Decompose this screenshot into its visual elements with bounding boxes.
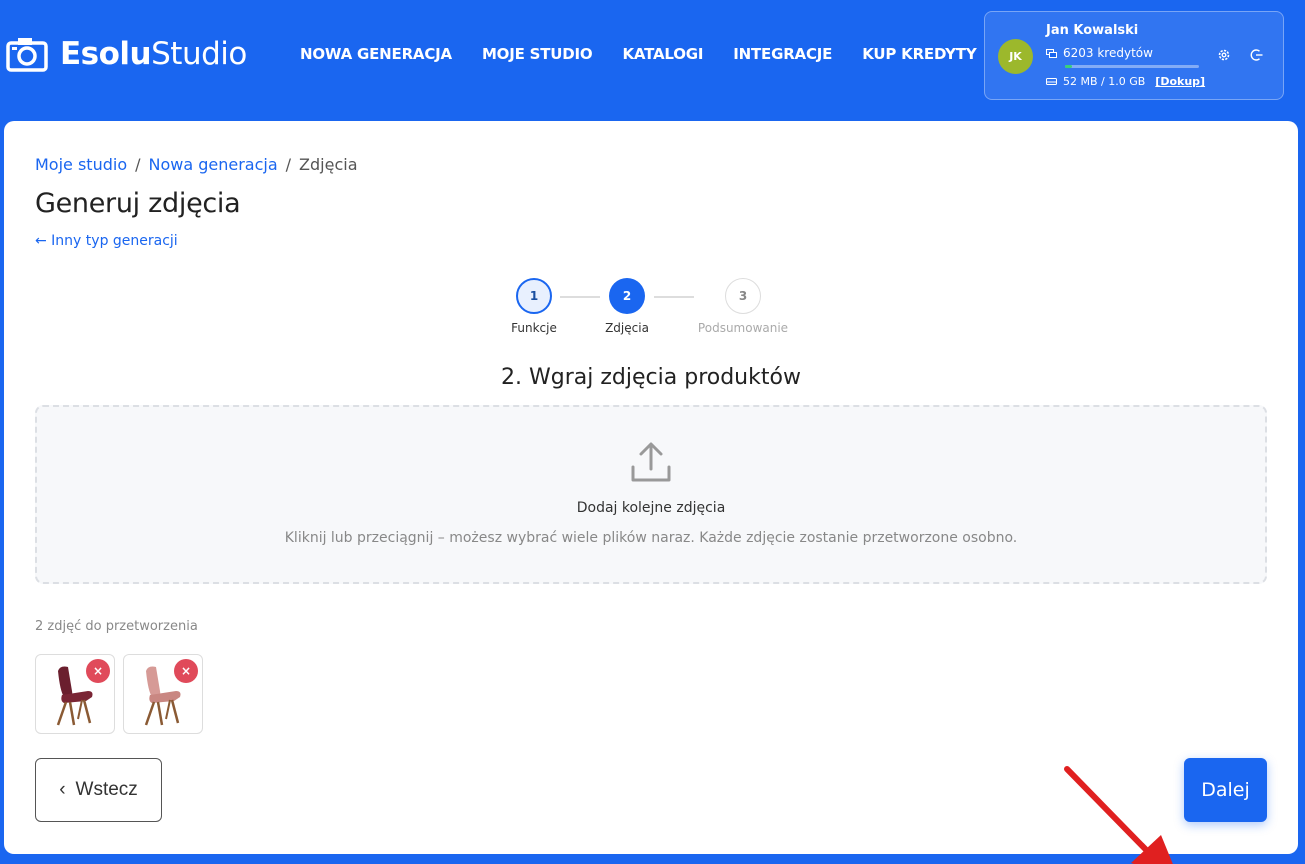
credits-row: 6203 kredytów	[1046, 46, 1153, 60]
next-button[interactable]: Dalej	[1184, 758, 1267, 822]
step-2-circle: 2	[609, 278, 645, 314]
nav-item-nowa-generacja[interactable]: NOWA GENERACJA	[300, 45, 452, 63]
user-name: Jan Kowalski	[1046, 23, 1139, 38]
camera-icon	[6, 38, 48, 72]
back-button-label: Wstecz	[75, 779, 138, 800]
avatar[interactable]: JK	[998, 39, 1033, 74]
breadcrumb-current: Zdjęcia	[299, 155, 358, 174]
nav-item-moje-studio[interactable]: MOJE STUDIO	[482, 45, 593, 63]
step-connector	[560, 296, 600, 298]
back-button[interactable]: ‹ Wstecz	[35, 758, 162, 822]
hard-drive-icon	[1046, 78, 1057, 85]
dropzone-subtitle: Kliknij lub przeciągnij – możesz wybrać …	[284, 530, 1018, 546]
breadcrumb-separator: /	[285, 155, 292, 174]
top-navbar: EsoluStudio NOWA GENERACJA MOJE STUDIO K…	[0, 0, 1305, 112]
upload-dropzone[interactable]: Dodaj kolejne zdjęcia Kliknij lub przeci…	[35, 405, 1267, 584]
main-card: Moje studio / Nowa generacja / Zdjęcia G…	[4, 121, 1298, 864]
coins-icon	[1046, 48, 1057, 58]
step-2-label: Zdjęcia	[605, 321, 649, 335]
breadcrumb: Moje studio / Nowa generacja / Zdjęcia	[35, 155, 358, 174]
photo-thumbnail[interactable]: ×	[35, 654, 115, 734]
section-title: 2. Wgraj zdjęcia produktów	[501, 365, 801, 390]
nav-item-integracje[interactable]: INTEGRACJE	[733, 45, 832, 63]
logo-text: EsoluStudio	[60, 36, 247, 72]
storage-progress-fill	[1065, 65, 1072, 68]
photo-thumbnail[interactable]: ×	[123, 654, 203, 734]
breadcrumb-nowa-generacja[interactable]: Nowa generacja	[149, 155, 278, 174]
storage-progress-bar	[1065, 65, 1199, 68]
nav-item-kup-kredyty[interactable]: KUP KREDYTY	[862, 45, 976, 63]
breadcrumb-moje-studio[interactable]: Moje studio	[35, 155, 127, 174]
page-title: Generuj zdjęcia	[35, 188, 241, 219]
upload-icon	[631, 442, 671, 482]
step-3-label: Podsumowanie	[697, 321, 789, 335]
annotation-arrow-icon	[1064, 766, 1173, 864]
breadcrumb-separator: /	[135, 155, 141, 174]
user-panel: JK Jan Kowalski 6203 kredytów 52 MB / 1.…	[984, 11, 1284, 100]
storage-row: 52 MB / 1.0 GB [Dokup]	[1046, 75, 1205, 88]
step-connector	[654, 296, 694, 298]
topup-link[interactable]: [Dokup]	[1155, 75, 1205, 88]
remove-photo-button[interactable]: ×	[86, 659, 110, 683]
nav-item-katalogi[interactable]: KATALOGI	[622, 45, 703, 63]
step-3-circle: 3	[725, 278, 761, 314]
dropzone-title: Dodaj kolejne zdjęcia	[576, 500, 726, 516]
credits-value: 6203 kredytów	[1063, 46, 1153, 60]
logout-icon[interactable]	[1250, 48, 1264, 62]
remove-photo-button[interactable]: ×	[174, 659, 198, 683]
stepper: 1 2 3 Funkcje Zdjęcia Podsumowanie	[494, 278, 814, 338]
step-1-circle[interactable]: 1	[516, 278, 552, 314]
photo-count: 2 zdjęć do przetworzenia	[35, 619, 198, 634]
main-nav: NOWA GENERACJA MOJE STUDIO KATALOGI INTE…	[300, 45, 977, 63]
logo[interactable]: EsoluStudio	[6, 36, 247, 72]
step-1-label: Funkcje	[511, 321, 557, 335]
other-generation-type-link[interactable]: ← Inny typ generacji	[35, 233, 178, 249]
storage-value: 52 MB / 1.0 GB	[1063, 75, 1146, 88]
chevron-left-icon: ‹	[59, 779, 66, 800]
gear-icon[interactable]	[1217, 48, 1231, 62]
